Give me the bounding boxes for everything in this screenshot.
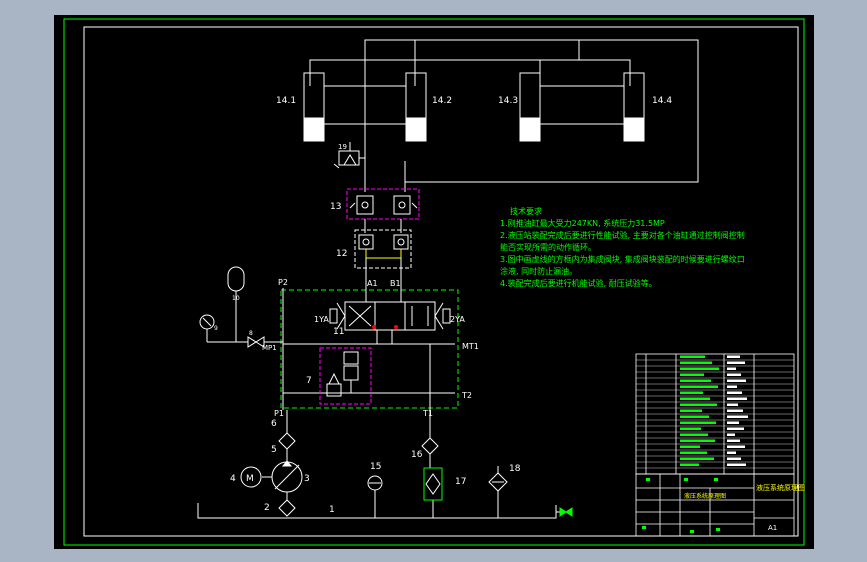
label-16: 16 (411, 450, 423, 460)
parts-row-mark (727, 415, 748, 418)
port-mt1: MT1 (462, 342, 479, 351)
parts-row-mark (680, 433, 708, 436)
label-8: 8 (249, 330, 253, 337)
parts-row-mark (680, 439, 715, 442)
parts-row-mark (680, 427, 701, 430)
parts-row-mark (680, 415, 709, 418)
port-a1: A1 (367, 279, 378, 288)
parts-row-mark (680, 409, 702, 412)
parts-row-mark (727, 379, 746, 382)
parts-row-mark (727, 397, 747, 400)
parts-row-mark (680, 457, 714, 460)
parts-row-mark (727, 433, 735, 436)
parts-row-mark (727, 421, 739, 424)
parts-row-mark (727, 463, 746, 466)
parts-row-mark (727, 439, 740, 442)
label-7: 7 (306, 376, 312, 386)
hydraulic-schematic-drawing: 14.1 14.2 14.3 14.4 19 13 12 技术要求 1.刚推油缸… (54, 15, 814, 549)
parts-row-mark (727, 373, 741, 376)
req-line-3: 能否实现所需的动作循环。 (500, 242, 596, 252)
parts-row-mark (680, 463, 699, 466)
req-line-2: 2.液压站装配完成后要进行性能试验, 主要对各个油缸通过控制阀控制 (500, 230, 745, 240)
label-13: 13 (330, 202, 341, 212)
parts-row-mark (727, 409, 743, 412)
label-5: 5 (271, 445, 277, 455)
label-6: 6 (271, 419, 277, 429)
parts-row-mark (680, 373, 704, 376)
label-10: 10 (232, 295, 240, 302)
title-block-name: 液压系统原理图 (684, 492, 726, 500)
parts-row-mark (680, 379, 711, 382)
solenoid-1ya: 1YA (314, 315, 329, 324)
port-mp1: MP1 (262, 344, 277, 352)
label-11: 11 (333, 327, 344, 337)
parts-row-mark (680, 391, 703, 394)
label-cyl-14-1: 14.1 (276, 96, 296, 106)
label-17: 17 (455, 477, 466, 487)
label-1: 1 (329, 505, 335, 515)
parts-row-mark (727, 355, 740, 358)
parts-row-mark (727, 457, 741, 460)
port-marker-b (394, 325, 398, 329)
parts-row-mark (680, 355, 705, 358)
label-cyl-14-4: 14.4 (652, 96, 672, 106)
label-15: 15 (370, 462, 381, 472)
parts-row-mark (727, 403, 738, 406)
parts-row-mark (680, 361, 712, 364)
parts-row-mark (680, 451, 707, 454)
parts-row-mark (727, 451, 736, 454)
label-9: 9 (214, 325, 218, 332)
parts-row-mark (727, 445, 745, 448)
parts-row-mark (727, 361, 745, 364)
parts-row-mark (680, 385, 718, 388)
port-p1: P1 (274, 409, 284, 418)
port-b1: B1 (390, 279, 401, 288)
motor-m: M (246, 474, 254, 484)
parts-row-mark (727, 427, 744, 430)
label-cyl-14-2: 14.2 (432, 96, 452, 106)
title-block-drawing-no: 液压系统原理图 (756, 483, 805, 492)
label-12: 12 (336, 249, 347, 259)
label-2: 2 (264, 503, 270, 513)
label-cyl-14-3: 14.3 (498, 96, 518, 106)
parts-row-mark (727, 391, 742, 394)
port-marker-a (372, 325, 376, 329)
label-19: 19 (338, 143, 347, 151)
port-p2: P2 (278, 278, 288, 287)
req-line-6: 4.装配完成后要进行机能试验, 耐压试验等。 (500, 278, 657, 288)
req-line-5: 涂液, 同时防止漏油。 (500, 266, 577, 276)
parts-row-mark (680, 397, 710, 400)
parts-row-mark (680, 367, 719, 370)
port-t1: T1 (422, 409, 433, 418)
req-title: 技术要求 (510, 206, 542, 216)
parts-row-mark (727, 385, 737, 388)
solenoid-2ya: 2YA (450, 315, 465, 324)
parts-row-mark (680, 445, 700, 448)
parts-row-mark (727, 367, 736, 370)
req-line-4: 3.图中画虚线的方框内为集成阀块, 集成阀块装配的时候要进行螺纹口 (500, 254, 745, 264)
port-t2: T2 (461, 391, 472, 400)
title-block-sheet: A1 (768, 524, 777, 532)
req-line-1: 1.刚推油缸最大受力247KN, 系统压力31.5MP (500, 218, 665, 228)
parts-row-mark (680, 421, 716, 424)
parts-row-mark (680, 403, 717, 406)
label-3: 3 (304, 474, 310, 484)
label-4: 4 (230, 474, 236, 484)
label-18: 18 (509, 464, 521, 474)
